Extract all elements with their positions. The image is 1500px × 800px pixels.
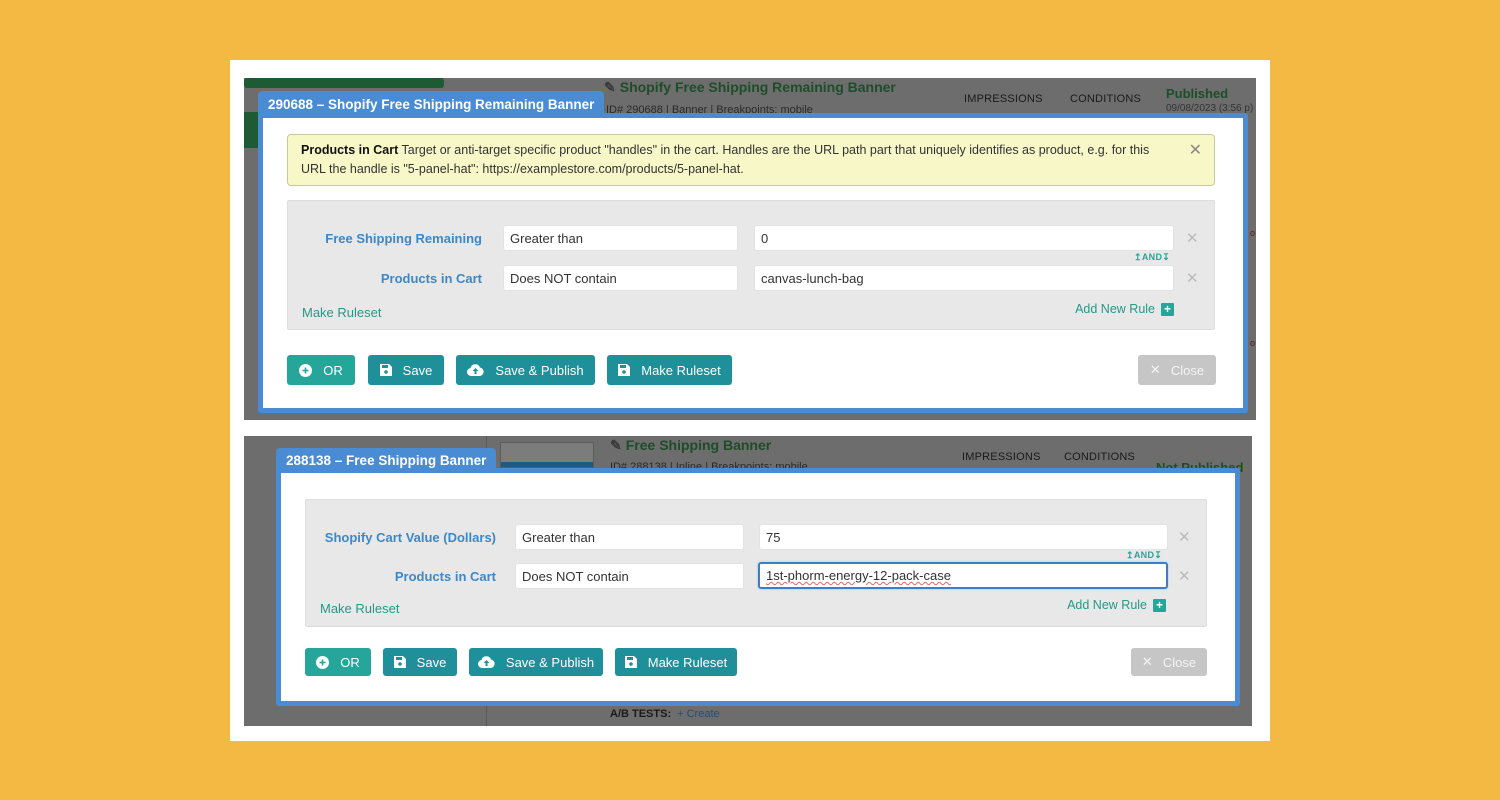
make-ruleset-button[interactable]: Make Ruleset	[607, 355, 732, 385]
bg-campaign-title-text: Shopify Free Shipping Remaining Banner	[619, 79, 896, 95]
ruleset-box: Shopify Cart Value (Dollars) Greater tha…	[305, 499, 1207, 627]
bg-side-mark: o	[1250, 228, 1256, 238]
make-ruleset-button-label: Make Ruleset	[647, 654, 728, 670]
rule-operator-value: Does NOT contain	[510, 270, 617, 286]
save-publish-button-label: Save & Publish	[505, 654, 595, 670]
make-ruleset-link[interactable]: Make Ruleset	[320, 601, 399, 616]
save-button-label: Save	[416, 654, 447, 670]
rule-label-products-in-cart: Products in Cart	[380, 271, 482, 286]
bg-campaign-title-text: Free Shipping Banner	[625, 437, 772, 453]
save-publish-button[interactable]: Save & Publish	[469, 648, 603, 676]
alert-close-icon[interactable]: ✕	[1189, 141, 1202, 160]
close-button-label: Close	[1170, 362, 1205, 378]
rule-value-text: 75	[766, 529, 781, 545]
close-button[interactable]: ✕ Close	[1131, 648, 1207, 676]
cloud-upload-icon	[477, 656, 495, 668]
bg-ab-tests: A/B TESTS: + Create	[610, 708, 720, 720]
rule-value-input[interactable]: canvas-lunch-bag	[754, 265, 1174, 291]
bg-side-mark: o	[1250, 338, 1256, 348]
bg-ab-tests-label: A/B TESTS:	[610, 708, 672, 720]
and-connector[interactable]: ↥AND↧	[1134, 252, 1170, 263]
or-button[interactable]: OR	[305, 648, 371, 676]
rule-value-input[interactable]: 1st-phorm-energy-12-pack-case	[758, 562, 1168, 589]
bg-status-published: Published	[1166, 86, 1229, 101]
bg-conditions-header: CONDITIONS	[1070, 93, 1142, 105]
close-icon: ✕	[1149, 362, 1161, 377]
bg-thumbnail	[500, 442, 594, 468]
rule-operator-select[interactable]: Does NOT contain	[503, 265, 738, 291]
or-button-label: OR	[323, 362, 343, 378]
close-button-label: Close	[1162, 654, 1197, 670]
plus-circle-icon	[299, 363, 313, 377]
floppy-disk-icon	[393, 656, 406, 668]
add-new-rule-button[interactable]: Add New Rule +	[1075, 302, 1174, 316]
bg-campaign-title: ✎ Free Shipping Banner	[610, 437, 771, 454]
add-new-rule-label: Add New Rule	[1067, 598, 1147, 612]
and-label: AND	[1141, 252, 1163, 262]
rule-label-free-shipping-remaining: Free Shipping Remaining	[325, 231, 482, 246]
conditions-modal: Products in Cart Target or anti-target s…	[258, 113, 1248, 413]
plus-icon: +	[1153, 598, 1166, 612]
floppy-disk-icon	[618, 364, 631, 376]
plus-icon: +	[1161, 302, 1174, 316]
rule-value-input[interactable]: 0	[754, 225, 1174, 251]
bg-campaign-title: ✎ Shopify Free Shipping Remaining Banner	[604, 79, 896, 96]
rule-operator-value: Does NOT contain	[522, 568, 629, 584]
rule-label-shopify-cart-value: Shopify Cart Value (Dollars)	[324, 530, 496, 545]
make-ruleset-link[interactable]: Make Ruleset	[302, 305, 381, 320]
conditions-modal: Shopify Cart Value (Dollars) Greater tha…	[276, 468, 1240, 706]
screenshot-1: ✎ Shopify Free Shipping Remaining Banner …	[244, 78, 1256, 420]
add-new-rule-button[interactable]: Add New Rule +	[1067, 598, 1166, 612]
rule-operator-select[interactable]: Greater than	[503, 225, 738, 251]
save-publish-button[interactable]: Save & Publish	[456, 355, 595, 385]
close-icon: ✕	[1141, 654, 1153, 669]
save-button[interactable]: Save	[383, 648, 457, 676]
bg-impressions-header: IMPRESSIONS	[964, 93, 1043, 105]
cloud-upload-icon	[467, 364, 485, 376]
save-button[interactable]: Save	[368, 355, 444, 385]
or-button[interactable]: OR	[287, 355, 355, 385]
bg-impressions-header: IMPRESSIONS	[962, 451, 1041, 463]
remove-rule-icon[interactable]: ✕	[1178, 567, 1191, 585]
rule-label-products-in-cart: Products in Cart	[394, 569, 496, 584]
bg-ab-create-link[interactable]: + Create	[677, 708, 720, 720]
rule-value-text: canvas-lunch-bag	[761, 270, 864, 286]
or-button-label: OR	[340, 654, 360, 670]
remove-rule-icon[interactable]: ✕	[1186, 269, 1199, 287]
save-button-label: Save	[402, 362, 433, 378]
add-new-rule-label: Add New Rule	[1075, 302, 1155, 316]
rule-operator-select[interactable]: Does NOT contain	[515, 563, 744, 589]
screenshot-card: ✎ Shopify Free Shipping Remaining Banner …	[230, 60, 1270, 741]
remove-rule-icon[interactable]: ✕	[1178, 528, 1191, 546]
close-button[interactable]: ✕ Close	[1138, 355, 1216, 385]
alert-title: Products in Cart	[301, 143, 399, 157]
rule-value-input[interactable]: 75	[759, 524, 1168, 550]
save-publish-button-label: Save & Publish	[495, 362, 584, 378]
bg-green-bar	[244, 78, 444, 88]
rule-operator-value: Greater than	[522, 529, 595, 545]
and-connector[interactable]: ↥AND↧	[1126, 550, 1162, 561]
rule-value-text: 1st-phorm-energy-12-pack-case	[766, 568, 951, 583]
rule-operator-select[interactable]: Greater than	[515, 524, 744, 550]
pencil-icon: ✎	[604, 79, 616, 95]
ruleset-box: Free Shipping Remaining Greater than 0 ✕…	[287, 200, 1215, 330]
and-label: AND	[1133, 550, 1155, 560]
rule-operator-value: Greater than	[510, 230, 583, 246]
make-ruleset-button[interactable]: Make Ruleset	[615, 648, 737, 676]
info-alert: Products in Cart Target or anti-target s…	[287, 134, 1215, 186]
plus-circle-icon	[316, 655, 330, 669]
alert-text: Target or anti-target specific product "…	[301, 143, 1150, 176]
bg-conditions-header: CONDITIONS	[1064, 451, 1136, 463]
make-ruleset-button-label: Make Ruleset	[641, 362, 721, 378]
screenshot-2: ✎ Free Shipping Banner ID# 288138 | Inlin…	[244, 436, 1252, 726]
floppy-disk-icon	[624, 656, 637, 668]
pencil-icon: ✎	[610, 437, 622, 453]
floppy-disk-icon	[379, 364, 392, 376]
remove-rule-icon[interactable]: ✕	[1186, 229, 1199, 247]
rule-value-text: 0	[761, 230, 769, 246]
